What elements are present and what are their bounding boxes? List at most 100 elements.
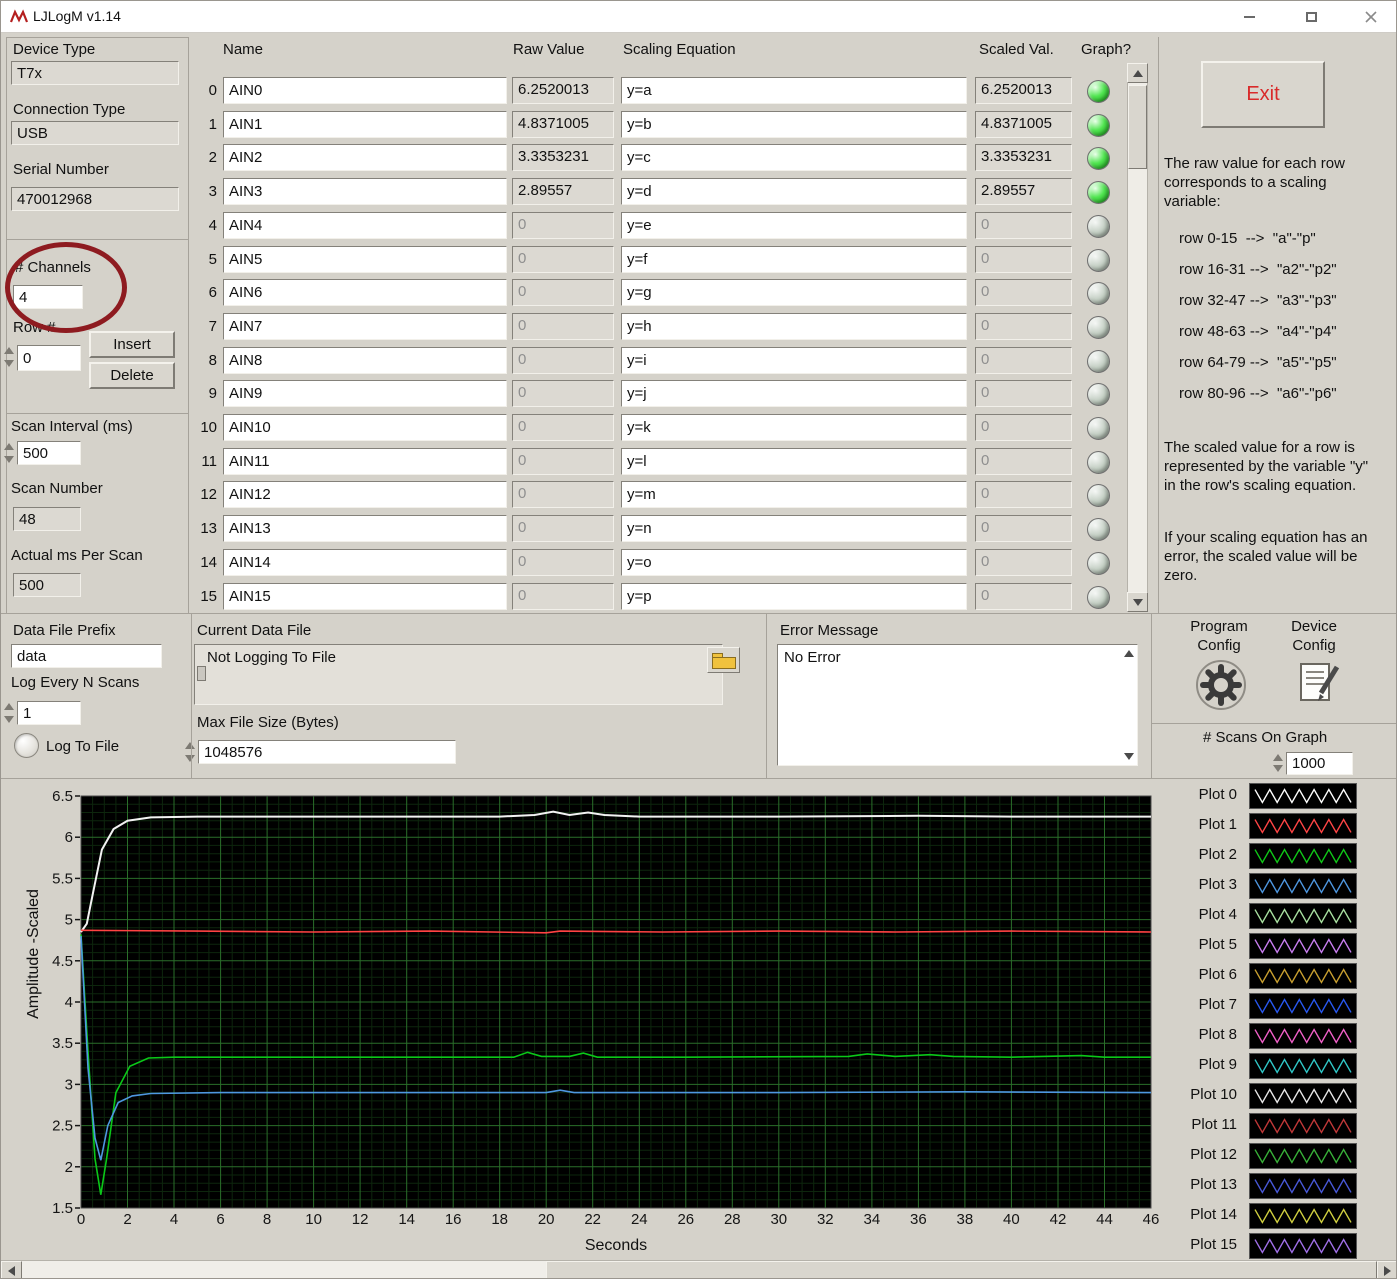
plot-waveform-swatch[interactable] [1249,1023,1357,1049]
scans-on-graph-input[interactable] [1286,752,1353,775]
channel-name-field[interactable] [223,583,507,610]
plot-waveform-swatch[interactable] [1249,1053,1357,1079]
graph-led[interactable] [1087,417,1110,440]
device-config-button[interactable] [1293,657,1345,709]
channel-name-field[interactable] [223,279,507,306]
channel-name-field[interactable] [223,313,507,340]
graph-led[interactable] [1087,586,1110,609]
channel-name-field[interactable] [223,380,507,407]
graph-led[interactable] [1087,215,1110,238]
plot-waveform-swatch[interactable] [1249,813,1357,839]
channel-name-field[interactable] [223,347,507,374]
channel-name-field[interactable] [223,144,507,171]
scaling-equation-field[interactable] [621,515,967,542]
channel-name-field[interactable] [223,111,507,138]
log-every-input[interactable] [17,701,81,725]
scaling-equation-field[interactable] [621,77,967,104]
scroll-left-button[interactable] [1,1261,22,1279]
browse-folder-button[interactable] [707,647,740,673]
plot-waveform-swatch[interactable] [1249,963,1357,989]
exit-button[interactable]: Exit [1201,61,1325,128]
scaling-equation-field[interactable] [621,481,967,508]
scroll-down-button[interactable] [1127,592,1148,612]
scaled-value-field: 0 [975,380,1072,407]
scaling-equation-field[interactable] [621,347,967,374]
scaling-equation-field[interactable] [621,380,967,407]
plot-waveform-swatch[interactable] [1249,903,1357,929]
channel-name-field[interactable] [223,246,507,273]
graph-led[interactable] [1087,350,1110,373]
channel-name-field[interactable] [223,178,507,205]
hscrollbar-thumb[interactable] [546,1261,1377,1279]
channel-name-field[interactable] [223,481,507,508]
graph-led[interactable] [1087,316,1110,339]
channel-name-field[interactable] [223,77,507,104]
table-scrollbar[interactable] [1127,63,1148,612]
raw-value-field: 2.89557 [512,178,614,205]
channel-name-field[interactable] [223,515,507,542]
channel-name-field[interactable] [223,448,507,475]
plot-legend-item: Plot 4 [1161,903,1397,931]
channel-name-field[interactable] [223,549,507,576]
raw-value-field: 0 [512,481,614,508]
plot-waveform-swatch[interactable] [1249,933,1357,959]
header-name: Name [223,41,263,58]
graph-led[interactable] [1087,451,1110,474]
scans-on-graph-spinner[interactable] [1272,752,1285,774]
scrollbar-thumb[interactable] [1128,85,1147,169]
data-file-prefix-input[interactable] [11,644,162,668]
plot-waveform-swatch[interactable] [1249,873,1357,899]
title-bar: LJLogM v1.14 [1,1,1396,33]
plot-legend-item: Plot 11 [1161,1113,1397,1141]
plot-waveform-swatch[interactable] [1249,1203,1357,1229]
plot-waveform-swatch[interactable] [1249,1143,1357,1169]
plot-waveform-swatch[interactable] [1249,1173,1357,1199]
plot-waveform-swatch[interactable] [1249,783,1357,809]
graph-led[interactable] [1087,80,1110,103]
svg-text:2: 2 [65,1159,73,1176]
scaling-equation-field[interactable] [621,583,967,610]
scaling-equation-field[interactable] [621,144,967,171]
scaling-equation-field[interactable] [621,178,967,205]
scaling-equation-field[interactable] [621,414,967,441]
scaling-equation-field[interactable] [621,246,967,273]
plot-waveform-swatch[interactable] [1249,993,1357,1019]
scaling-equation-field[interactable] [621,212,967,239]
close-button[interactable] [1349,1,1393,32]
graph-led[interactable] [1087,282,1110,305]
scaling-equation-field[interactable] [621,549,967,576]
scroll-right-button[interactable] [1377,1261,1397,1279]
graph-led[interactable] [1087,114,1110,137]
graph-led[interactable] [1087,147,1110,170]
error-scroll-down-button[interactable] [1124,753,1134,760]
error-scroll-up-button[interactable] [1124,650,1134,657]
program-config-button[interactable] [1195,659,1247,711]
scaling-equation-field[interactable] [621,448,967,475]
minimize-button[interactable] [1227,1,1271,32]
plot-waveform-swatch[interactable] [1249,1233,1357,1259]
graph-led[interactable] [1087,181,1110,204]
graph-led[interactable] [1087,249,1110,272]
row-index: 11 [189,453,217,470]
scaling-equation-field[interactable] [621,111,967,138]
graph-led[interactable] [1087,383,1110,406]
svg-text:12: 12 [352,1211,369,1228]
log-to-file-radio[interactable] [14,733,39,758]
graph-led[interactable] [1087,484,1110,507]
scaling-equation-field[interactable] [621,279,967,306]
channel-name-field[interactable] [223,212,507,239]
channel-name-field[interactable] [223,414,507,441]
graph-led[interactable] [1087,552,1110,575]
scroll-up-button[interactable] [1127,63,1148,83]
plot-waveform-swatch[interactable] [1249,1083,1357,1109]
scaling-equation-field[interactable] [621,313,967,340]
graph-led[interactable] [1087,518,1110,541]
plot-waveform-swatch[interactable] [1249,843,1357,869]
horizontal-scrollbar[interactable] [1,1260,1397,1279]
plot-legend-label: Plot 9 [1161,1056,1237,1073]
log-every-spinner[interactable] [3,701,16,725]
plot-waveform-swatch[interactable] [1249,1113,1357,1139]
maximize-button[interactable] [1289,1,1333,32]
max-file-size-input[interactable] [198,740,456,764]
raw-value-field: 0 [512,583,614,610]
